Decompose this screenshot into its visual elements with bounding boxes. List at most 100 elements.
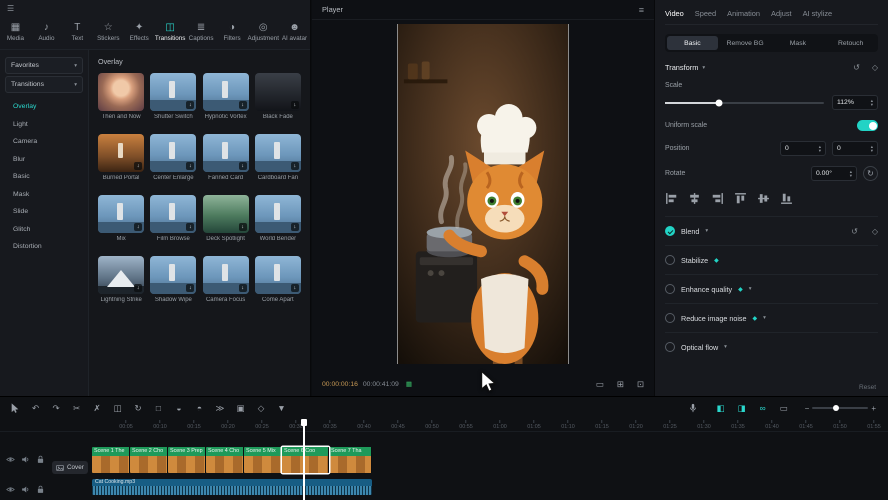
inspector-tab-animation[interactable]: Animation bbox=[727, 9, 760, 18]
timeline-ruler[interactable]: 00:0500:1000:1500:2000:2500:3000:3500:40… bbox=[0, 419, 888, 432]
compare-icon[interactable]: ◨ bbox=[736, 402, 748, 414]
speed-tool-icon[interactable]: ≫ bbox=[214, 402, 226, 414]
clip-scene-2-cho[interactable]: Scene 2 Cho bbox=[130, 447, 168, 473]
rotate-icon[interactable]: ↻ bbox=[132, 402, 144, 414]
preview-split-icon[interactable]: ◧ bbox=[715, 402, 727, 414]
clip-scene-6-coo[interactable]: Scene 6 Coo bbox=[282, 447, 329, 473]
checkbox-blend[interactable] bbox=[665, 226, 675, 236]
track-mute-icon[interactable] bbox=[21, 451, 30, 469]
sidebar-item-mask[interactable]: Mask bbox=[0, 186, 88, 204]
quality-icon[interactable]: ▦ bbox=[406, 380, 412, 388]
rotate-stepper[interactable]: 0.00° ▴▾ bbox=[811, 166, 857, 181]
record-voiceover-icon[interactable] bbox=[687, 402, 699, 414]
track-lock-icon[interactable] bbox=[36, 481, 45, 499]
section-stabilize[interactable]: Stabilize◆ bbox=[665, 245, 878, 274]
clip-scene-3-prep[interactable]: Scene 3 Prep bbox=[168, 447, 206, 473]
crop-icon[interactable]: □ bbox=[153, 402, 165, 414]
ribbon-tab-text[interactable]: TText bbox=[62, 16, 93, 49]
section-optical-flow[interactable]: Optical flow▾ bbox=[665, 332, 878, 361]
player-menu-icon[interactable]: ≡ bbox=[639, 5, 644, 15]
checkbox-stabilize[interactable] bbox=[665, 255, 675, 265]
link-icon[interactable]: ∞ bbox=[757, 402, 769, 414]
align-top-icon[interactable] bbox=[734, 192, 747, 205]
inspector-tab-ai-stylize[interactable]: AI stylize bbox=[803, 9, 833, 18]
clip-scene-5-mix[interactable]: Scene 5 Mix bbox=[244, 447, 282, 473]
mask-tool-icon[interactable]: ◒ bbox=[173, 402, 185, 414]
sidebar-item-basic[interactable]: Basic bbox=[0, 168, 88, 186]
keyframe-icon[interactable]: ◇ bbox=[255, 402, 267, 414]
inspector-subtab-retouch[interactable]: Retouch bbox=[825, 36, 876, 50]
sidebar-section-favorites[interactable]: Favorites▾ bbox=[5, 57, 83, 74]
transition-item-shadow-wipe[interactable]: ↓Shadow Wipe bbox=[150, 256, 196, 303]
sidebar-item-distortion[interactable]: Distortion bbox=[0, 238, 88, 256]
app-menu-icon[interactable]: ☰ bbox=[7, 4, 14, 13]
clip-scene-4-cho[interactable]: Scene 4 Cho bbox=[206, 447, 244, 473]
transition-item-come-apart[interactable]: ↓Come Apart bbox=[255, 256, 301, 303]
stepper-down-icon[interactable]: ▾ bbox=[850, 174, 852, 178]
screen-icon[interactable]: ▭ bbox=[778, 402, 790, 414]
audio-clip[interactable]: Cat Cooking.mp3 bbox=[92, 479, 372, 495]
timeline-zoom-slider[interactable] bbox=[812, 407, 868, 409]
transform-keyframe-icon[interactable]: ◇ bbox=[872, 63, 878, 72]
scale-slider[interactable] bbox=[665, 102, 824, 104]
align-right-icon[interactable] bbox=[711, 192, 724, 205]
section-blend[interactable]: Blend▾↺◇ bbox=[665, 216, 878, 245]
ribbon-tab-effects[interactable]: ✦Effects bbox=[124, 16, 155, 49]
align-center-horizontal-icon[interactable] bbox=[688, 192, 701, 205]
stepper-down-icon[interactable]: ▾ bbox=[871, 149, 873, 153]
transform-reset-icon[interactable]: ↺ bbox=[853, 63, 860, 72]
playhead[interactable] bbox=[303, 419, 305, 500]
stepper-down-icon[interactable]: ▾ bbox=[819, 149, 821, 153]
ribbon-tab-ai-avatar[interactable]: ☻AI avatar bbox=[279, 16, 310, 49]
ribbon-tab-captions[interactable]: ≣Captions bbox=[186, 16, 217, 49]
ribbon-tab-transitions[interactable]: ◫Transitions bbox=[155, 16, 186, 49]
transition-item-mix[interactable]: ↓Mix bbox=[98, 195, 144, 242]
inspector-tab-adjust[interactable]: Adjust bbox=[771, 9, 792, 18]
sidebar-item-glitch[interactable]: Glitch bbox=[0, 221, 88, 239]
mirror-icon[interactable]: ◫ bbox=[112, 402, 124, 414]
ribbon-tab-audio[interactable]: ♪Audio bbox=[31, 16, 62, 49]
sidebar-item-slide[interactable]: Slide bbox=[0, 203, 88, 221]
inspector-tab-speed[interactable]: Speed bbox=[695, 9, 716, 18]
uniform-scale-toggle[interactable] bbox=[857, 120, 878, 131]
track-mute-icon[interactable] bbox=[21, 481, 30, 499]
transition-item-camera-focus[interactable]: ↓Camera Focus bbox=[203, 256, 249, 303]
grid-icon[interactable]: ⊞ bbox=[617, 379, 624, 390]
transition-item-burned-portal[interactable]: ↓Burned Portal bbox=[98, 134, 144, 181]
freeze-frame-icon[interactable]: ▣ bbox=[235, 402, 247, 414]
zoom-in-icon[interactable]: + bbox=[871, 404, 876, 413]
sidebar-item-light[interactable]: Light bbox=[0, 116, 88, 134]
clip-scene-1-the[interactable]: Scene 1 The bbox=[92, 447, 130, 473]
checkbox-enhance-quality[interactable] bbox=[665, 284, 675, 294]
sidebar-item-blur[interactable]: Blur bbox=[0, 151, 88, 169]
transform-section-header[interactable]: Transform ▾ ↺ ◇ bbox=[665, 63, 878, 72]
zoom-out-icon[interactable]: − bbox=[805, 404, 810, 413]
track-hide-icon[interactable] bbox=[6, 451, 15, 469]
ribbon-tab-filters[interactable]: ◑Filters bbox=[217, 16, 248, 49]
keyframe-icon[interactable]: ◇ bbox=[872, 227, 878, 236]
transition-item-hypnotic-vortex[interactable]: ↓Hypnotic Vortex bbox=[203, 73, 249, 120]
inspector-subtab-mask[interactable]: Mask bbox=[773, 36, 824, 50]
transition-item-film-browse[interactable]: ↓Film Browse bbox=[150, 195, 196, 242]
checkbox-optical-flow[interactable] bbox=[665, 342, 675, 352]
inspector-tab-video[interactable]: Video bbox=[665, 9, 684, 18]
clip-scene-7-tha[interactable]: Scene 7 Tha bbox=[329, 447, 372, 473]
reset-icon[interactable]: ↺ bbox=[851, 227, 858, 236]
transition-item-cardboard-fan[interactable]: ↓Cardboard Fan bbox=[255, 134, 301, 181]
section-reduce-image-noise[interactable]: Reduce image noise◆▾ bbox=[665, 303, 878, 332]
video-preview[interactable] bbox=[397, 24, 569, 364]
ribbon-tab-adjustment[interactable]: ◎Adjustment bbox=[248, 16, 280, 49]
section-enhance-quality[interactable]: Enhance quality◆▾ bbox=[665, 274, 878, 303]
transition-item-world-bender[interactable]: ↓World Bender bbox=[255, 195, 301, 242]
transition-item-fanned-card[interactable]: ↓Fanned Card bbox=[203, 134, 249, 181]
transition-item-deck-spotlight[interactable]: ↓Deck Spotlight bbox=[203, 195, 249, 242]
cover-button[interactable]: Cover bbox=[52, 461, 88, 474]
select-tool-icon[interactable] bbox=[9, 402, 21, 414]
ribbon-tab-stickers[interactable]: ☆Stickers bbox=[93, 16, 124, 49]
zoom-slider-knob[interactable] bbox=[833, 405, 839, 411]
inspector-subtab-remove-bg[interactable]: Remove BG bbox=[720, 36, 771, 50]
checkbox-reduce-image-noise[interactable] bbox=[665, 313, 675, 323]
fullscreen-icon[interactable]: ⊡ bbox=[637, 379, 644, 390]
scale-stepper[interactable]: 112% ▴▾ bbox=[832, 95, 878, 110]
rotate-90-button[interactable]: ↻ bbox=[863, 166, 878, 181]
